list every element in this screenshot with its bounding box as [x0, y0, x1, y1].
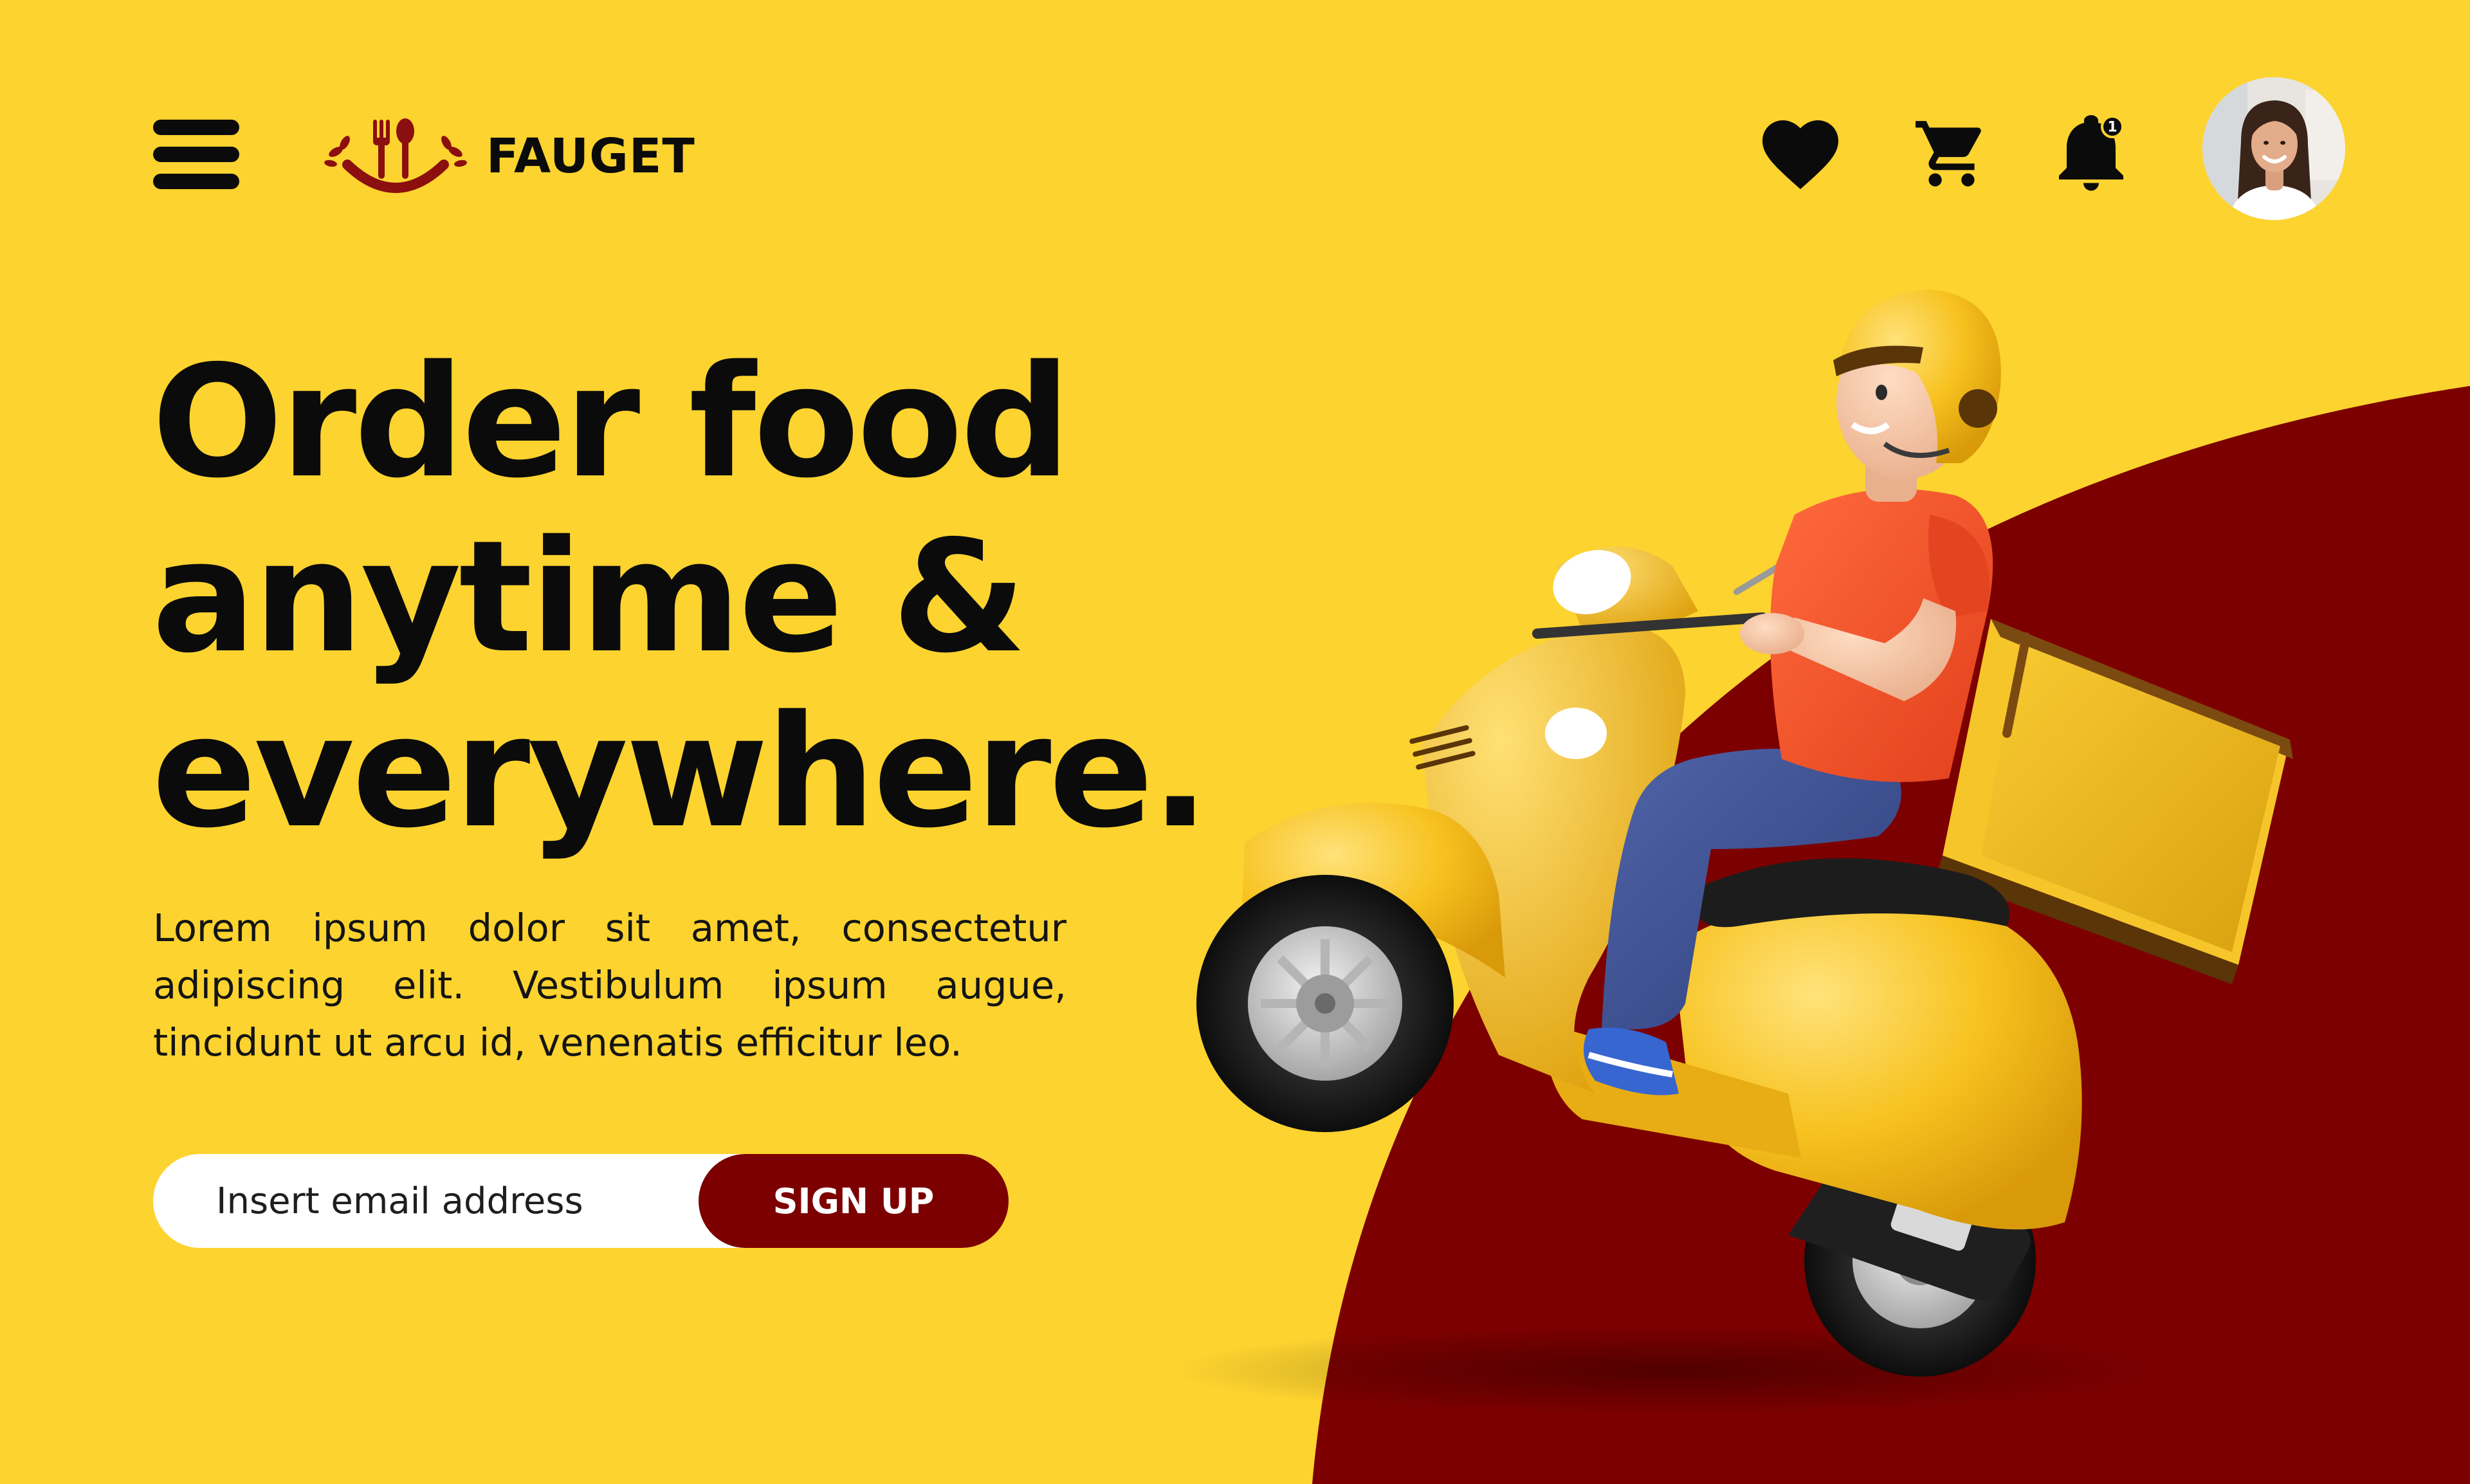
heart-icon[interactable]: [1761, 120, 1840, 190]
landing-page: FAUGET 1 Order food anytime & everywhere…: [0, 0, 2470, 1484]
shopping-cart-icon[interactable]: [1912, 115, 1991, 193]
hero-headline: Order food anytime & everywhere.: [152, 332, 1209, 862]
notification-badge: 1: [2107, 120, 2117, 136]
signup-button[interactable]: SIGN UP: [699, 1154, 1009, 1248]
hamburger-menu-icon[interactable]: [153, 120, 239, 189]
signup-form: SIGN UP: [153, 1154, 1009, 1248]
headline-line-1: Order food: [152, 332, 1071, 512]
brand-logo[interactable]: FAUGET: [322, 115, 695, 198]
hero-description: Lorem ipsum dolor sit amet, consectetur …: [153, 906, 1066, 1065]
bell-icon[interactable]: 1: [2056, 115, 2127, 193]
front-wheel: [1196, 875, 1454, 1132]
user-avatar[interactable]: [2202, 77, 2345, 220]
fork-spoon-smile-logo-icon: [324, 118, 467, 193]
headline-line-2: anytime &: [152, 507, 1027, 687]
brand-name: FAUGET: [486, 129, 695, 184]
headline-line-3: everywhere.: [152, 682, 1209, 862]
